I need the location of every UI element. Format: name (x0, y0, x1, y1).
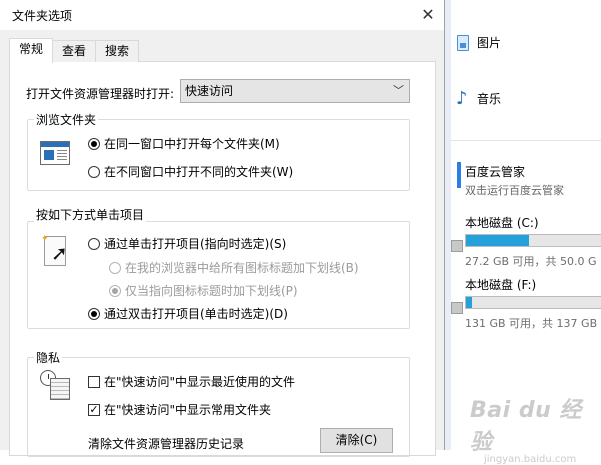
checkbox-label: 在"快速访问"中显示最近使用的文件 (104, 375, 296, 389)
radio-label: 通过双击打开项目(单击时选定)(D) (104, 307, 288, 321)
music-icon (456, 88, 469, 109)
radio-underline-always[interactable]: 在我的浏览器中给所有图标标题加下划线(B) (109, 259, 359, 276)
pictures-icon (457, 34, 469, 51)
app-subtitle: 双击运行百度云管家 (465, 184, 564, 197)
drive-icon (451, 302, 463, 314)
clear-history-label: 清除文件资源管理器历史记录 (88, 437, 245, 451)
folder-item-music[interactable]: 音乐 (456, 88, 502, 109)
drive-size-text: 131 GB 可用，共 137 GB (465, 317, 598, 330)
drive-usage-fill (466, 297, 473, 308)
tab-general[interactable]: 常规 (9, 38, 54, 63)
radio-indicator (88, 307, 100, 320)
open-in-label: 打开文件资源管理器时打开: (26, 87, 175, 101)
folder-item-pictures[interactable]: 图片 (457, 34, 501, 51)
section-divider (451, 140, 601, 141)
app-icon (457, 162, 461, 188)
privacy-legend: 隐私 (34, 349, 63, 366)
clear-history-button[interactable]: 清除(C) (320, 428, 393, 453)
drive-name: 本地磁盘 (C:) (465, 216, 539, 230)
folder-options-dialog: 文件夹选项 ✕ 常规 查看 搜索 打开文件资源管理器时打开: 快速访问 ﹀ 浏览… (0, 0, 445, 457)
watermark-main: Bai du 经验 (470, 398, 582, 455)
chevron-down-icon: ﹀ (393, 84, 404, 97)
close-icon: ✕ (421, 4, 435, 24)
window-edge (445, 0, 451, 450)
watermark-sub: jingyan.baidu.com (484, 454, 577, 465)
folder-window-icon (40, 141, 70, 165)
tab-view[interactable]: 查看 (52, 40, 97, 62)
close-button[interactable]: ✕ (412, 0, 444, 28)
cursor-click-icon: ✦ ➚ (41, 234, 68, 266)
radio-label: 通过单击打开项目(指向时选定)(S) (104, 237, 287, 251)
browse-folders-legend: 浏览文件夹 (34, 111, 99, 128)
radio-label: 仅当指向图标标题时加下划线(P) (125, 284, 298, 298)
open-in-row: 打开文件资源管理器时打开: (26, 85, 174, 102)
radio-double-click[interactable]: 通过双击打开项目(单击时选定)(D) (88, 305, 288, 322)
radio-single-click[interactable]: 通过单击打开项目(指向时选定)(S) (88, 235, 286, 252)
tab-search[interactable]: 搜索 (95, 40, 140, 62)
drive-size-text: 27.2 GB 可用，共 50.0 G (465, 255, 597, 268)
checkbox-show-recent[interactable]: 在"快速访问"中显示最近使用的文件 (88, 373, 295, 390)
radio-indicator (109, 261, 121, 274)
title-bar: 文件夹选项 ✕ (0, 0, 444, 30)
checkbox-show-frequent[interactable]: ✓ 在"快速访问"中显示常用文件夹 (88, 401, 271, 418)
radio-new-window[interactable]: 在不同窗口中打开不同的文件夹(W) (88, 163, 293, 180)
drive-name: 本地磁盘 (F:) (465, 278, 537, 292)
folder-item-label: 图片 (477, 36, 502, 50)
explorer-window: 图片 音乐 百度云管家 双击运行百度云管家 本地磁盘 (C:) 27.2 GB … (445, 0, 601, 450)
tab-strip: 常规 查看 搜索 (9, 38, 140, 63)
folder-item-label: 音乐 (477, 92, 502, 106)
radio-indicator (88, 237, 100, 250)
radio-same-window[interactable]: 在同一窗口中打开每个文件夹(M) (88, 135, 280, 152)
radio-underline-hover[interactable]: 仅当指向图标标题时加下划线(P) (109, 282, 298, 299)
app-title: 百度云管家 (465, 165, 526, 179)
open-in-value: 快速访问 (185, 84, 234, 98)
radio-indicator (88, 137, 100, 150)
baidu-watermark: Bai du 经验 jingyan.baidu.com (470, 392, 601, 465)
radio-label: 在不同窗口中打开不同的文件夹(W) (104, 165, 294, 179)
drive-usage-fill (466, 235, 529, 246)
radio-label: 在同一窗口中打开每个文件夹(M) (104, 137, 280, 151)
dialog-title: 文件夹选项 (12, 9, 73, 23)
open-in-dropdown[interactable]: 快速访问 ﹀ (180, 79, 410, 103)
click-items-legend: 按如下方式单击项目 (34, 206, 147, 223)
drive-usage-bar (465, 234, 601, 247)
radio-indicator (109, 284, 121, 297)
drive-icon (451, 240, 463, 252)
browse-folders-group (27, 119, 410, 191)
radio-indicator (88, 165, 100, 178)
checkbox-indicator: ✓ (88, 402, 100, 416)
checkbox-indicator (88, 375, 100, 388)
checkbox-label: 在"快速访问"中显示常用文件夹 (104, 403, 272, 417)
radio-label: 在我的浏览器中给所有图标标题加下划线(B) (125, 261, 359, 275)
privacy-history-icon (40, 370, 72, 402)
drive-usage-bar (465, 296, 601, 309)
